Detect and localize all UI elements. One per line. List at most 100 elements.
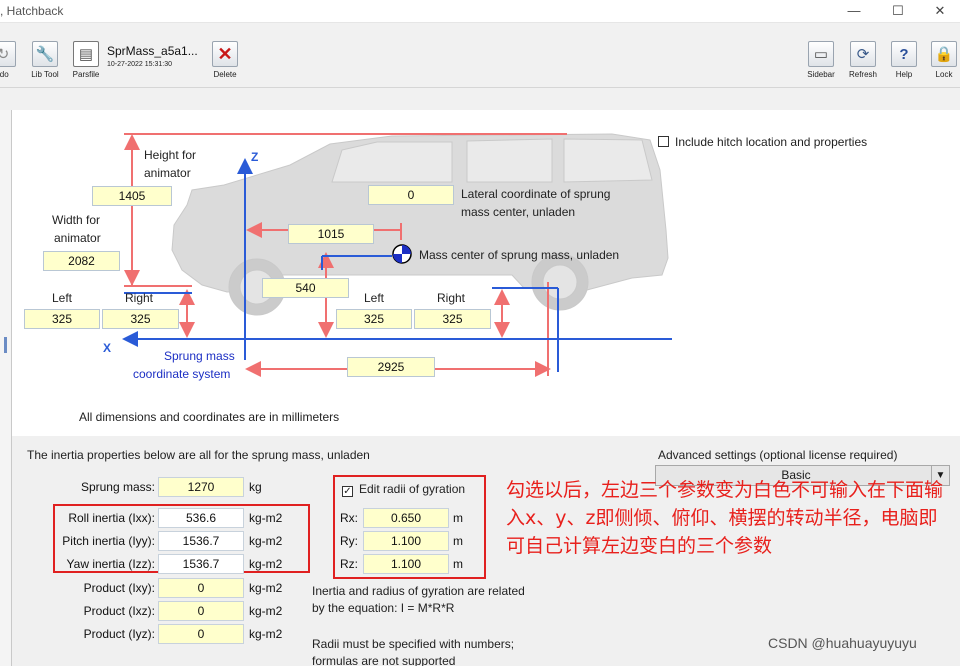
- refresh-label: Refresh: [848, 70, 877, 79]
- gyration-note-4: formulas are not supported: [312, 654, 456, 666]
- gyration-checkbox[interactable]: ✓ Edit radii of gyration: [342, 481, 465, 498]
- inertia-panel: The inertia properties below are all for…: [12, 436, 960, 666]
- gyration-note-3: Radii must be specified with numbers;: [312, 637, 515, 651]
- width-label-2: animator: [54, 231, 101, 245]
- parsfile-name[interactable]: SprMass_a5a1...: [107, 44, 198, 58]
- rear-left-field[interactable]: 325: [336, 309, 412, 329]
- delete-label: Delete: [213, 70, 237, 79]
- hitch-checkbox-label: Include hitch location and properties: [675, 135, 868, 149]
- coord-label-2: coordinate system: [133, 367, 231, 381]
- izz-field: 1536.7: [158, 554, 244, 574]
- toolbar: ↻ edo 🔧 Lib Tool ▤ Parsfile SprMass_a5a1…: [0, 22, 960, 88]
- ixy-label: Product (Ixy):: [83, 581, 155, 595]
- width-label-1: Width for: [52, 213, 101, 227]
- ixx-label: Roll inertia (Ixx):: [68, 511, 155, 525]
- sidebar-marker: [4, 337, 7, 353]
- mass-center-icon: [392, 244, 412, 264]
- iyy-field: 1536.7: [158, 531, 244, 551]
- mass-label: Sprung mass:: [80, 480, 155, 494]
- gyration-checkbox-label: Edit radii of gyration: [359, 482, 466, 496]
- refresh-button[interactable]: ⟳ Refresh: [846, 41, 880, 79]
- vehicle-diagram: Include hitch location and properties He…: [12, 110, 960, 436]
- refresh-icon: ⟳: [850, 41, 876, 67]
- front-left-field[interactable]: 325: [24, 309, 100, 329]
- iyz-unit: kg-m2: [249, 627, 283, 641]
- x-axis-label: X: [103, 341, 112, 355]
- gyration-note-2: by the equation: I = M*R*R: [312, 601, 455, 615]
- ry-label: Ry:: [340, 534, 358, 548]
- help-label: Help: [895, 70, 913, 79]
- coord-label-1: Sprung mass: [164, 349, 235, 363]
- mass-center-label: Mass center of sprung mass, unladen: [419, 248, 620, 262]
- iyz-label: Product (Iyz):: [83, 627, 155, 641]
- app-window: , Hatchback — ☐ ✕ ↻ edo 🔧 Lib Tool ▤ Par…: [0, 0, 960, 666]
- lateral-label-2: mass center, unladen: [461, 205, 576, 219]
- inertia-heading: The inertia properties below are all for…: [27, 448, 370, 462]
- width-field[interactable]: 2082: [43, 251, 120, 271]
- height-field[interactable]: 1405: [92, 186, 172, 206]
- ixz-field[interactable]: 0: [158, 601, 244, 621]
- vehicle-silhouette: [171, 133, 669, 316]
- lateral-label-1: Lateral coordinate of sprung: [461, 187, 611, 201]
- rx-field[interactable]: 0.650: [363, 508, 449, 528]
- hitch-checkbox-box[interactable]: [658, 136, 669, 147]
- delete-button[interactable]: ✕ Delete: [210, 41, 240, 79]
- parsfile-button[interactable]: ▤ Parsfile: [70, 41, 102, 79]
- mass-field[interactable]: 1270: [158, 477, 244, 497]
- lib-tool-button[interactable]: 🔧 Lib Tool: [28, 41, 62, 79]
- mass-unit: kg: [249, 480, 262, 494]
- lock-button[interactable]: 🔒 Lock: [930, 41, 958, 79]
- rear-left-label: Left: [364, 291, 385, 305]
- rz-label: Rz:: [340, 557, 358, 571]
- minimize-button[interactable]: —: [832, 0, 876, 22]
- sidebar-button[interactable]: ▭ Sidebar: [803, 41, 839, 79]
- cg-z-field[interactable]: 540: [262, 278, 349, 298]
- iyy-unit: kg-m2: [249, 534, 283, 548]
- height-label-1: Height for: [144, 148, 197, 162]
- redo-button[interactable]: ↻ edo: [0, 41, 16, 79]
- height-label-2: animator: [144, 166, 191, 180]
- hitch-checkbox[interactable]: Include hitch location and properties: [658, 134, 867, 151]
- ry-unit: m: [453, 534, 463, 548]
- lib-tool-label: Lib Tool: [31, 70, 59, 79]
- header-strip: [0, 88, 960, 110]
- red-x-icon: ✕: [212, 41, 238, 67]
- ixy-unit: kg-m2: [249, 581, 283, 595]
- ixx-field: 536.6: [158, 508, 244, 528]
- title-bar: , Hatchback — ☐ ✕: [0, 0, 960, 22]
- front-right-label: Right: [125, 291, 154, 305]
- sidebar-icon: ▭: [808, 41, 834, 67]
- front-left-label: Left: [52, 291, 73, 305]
- help-button[interactable]: ? Help: [889, 41, 919, 79]
- document-icon: ▤: [73, 41, 99, 67]
- left-sidebar-edge[interactable]: [0, 110, 12, 666]
- redo-label: edo: [0, 70, 9, 79]
- cg-x-field[interactable]: 1015: [288, 224, 374, 244]
- z-axis-label: Z: [251, 150, 259, 164]
- parsfile-label: Parsfile: [72, 70, 100, 79]
- close-button[interactable]: ✕: [918, 0, 960, 22]
- rz-unit: m: [453, 557, 463, 571]
- ixy-field[interactable]: 0: [158, 578, 244, 598]
- annotation-note: 勾选以后，左边三个参数变为白色不可输入在下面输入x、y、z即侧倾、俯仰、横摆的转…: [506, 479, 944, 557]
- sidebar-label: Sidebar: [807, 70, 835, 79]
- lateral-field[interactable]: 0: [368, 185, 454, 205]
- rx-label: Rx:: [340, 511, 358, 525]
- lock-label: Lock: [935, 70, 953, 79]
- gyration-checkbox-box[interactable]: ✓: [342, 486, 353, 497]
- ry-field[interactable]: 1.100: [363, 531, 449, 551]
- rx-unit: m: [453, 511, 463, 525]
- izz-unit: kg-m2: [249, 557, 283, 571]
- gyration-note-1: Inertia and radius of gyration are relat…: [312, 584, 525, 598]
- wheelbase-field[interactable]: 2925: [347, 357, 435, 377]
- rear-right-label: Right: [437, 291, 466, 305]
- ixx-unit: kg-m2: [249, 511, 283, 525]
- iyz-field[interactable]: 0: [158, 624, 244, 644]
- izz-label: Yaw inertia (Izz):: [66, 557, 155, 571]
- maximize-button[interactable]: ☐: [876, 0, 920, 22]
- question-icon: ?: [891, 41, 917, 67]
- front-right-field[interactable]: 325: [102, 309, 179, 329]
- rz-field[interactable]: 1.100: [363, 554, 449, 574]
- rear-right-field[interactable]: 325: [414, 309, 491, 329]
- parsfile-date: 10-27-2022 15:31:30: [107, 61, 172, 68]
